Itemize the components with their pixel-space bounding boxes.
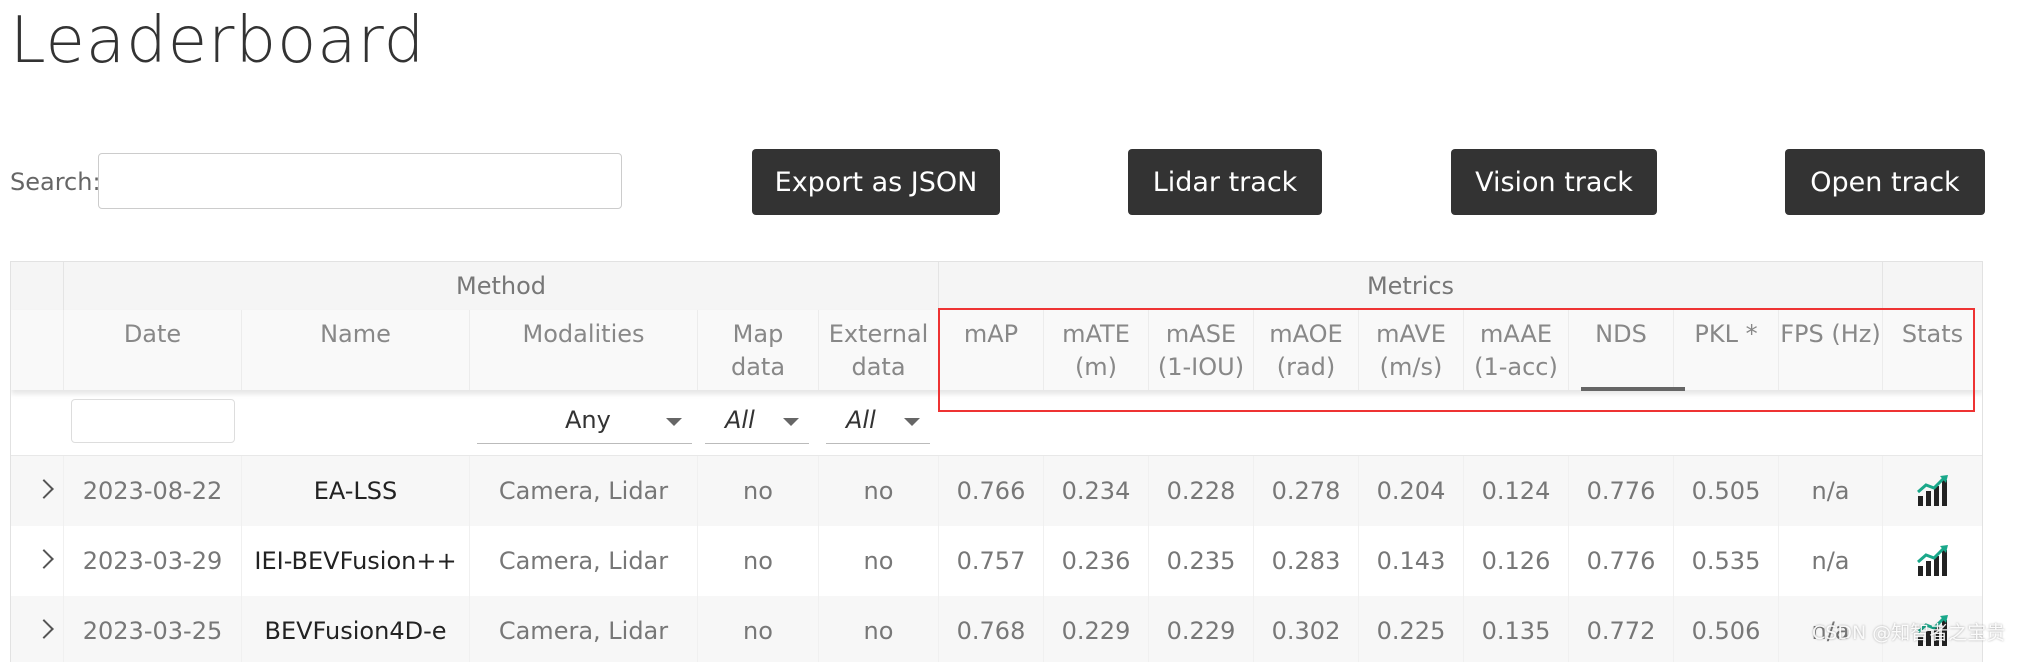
cell-external-data: no — [819, 456, 939, 526]
cell-nds: 0.772 — [1569, 596, 1674, 662]
cell-name: BEVFusion4D-e — [242, 596, 470, 662]
stats-button[interactable] — [1883, 456, 1982, 526]
cell-modalities: Camera, Lidar — [470, 596, 698, 662]
cell-mate: 0.236 — [1044, 526, 1149, 596]
cell-modalities: Camera, Lidar — [470, 526, 698, 596]
col-date[interactable]: Date — [64, 310, 242, 390]
chevron-down-icon — [783, 418, 799, 426]
expand-row-button[interactable] — [11, 456, 64, 526]
sort-indicator-nds — [1581, 387, 1685, 391]
col-map-data[interactable]: Map data — [698, 310, 819, 390]
export-json-button[interactable]: Export as JSON — [752, 149, 1000, 215]
group-spacer-right — [1883, 262, 1982, 310]
col-name[interactable]: Name — [242, 310, 470, 390]
cell-maoe: 0.283 — [1254, 526, 1359, 596]
cell-map: 0.757 — [939, 526, 1044, 596]
cell-nds: 0.776 — [1569, 526, 1674, 596]
map-data-filter-value: All — [725, 406, 755, 434]
cell-external-data: no — [819, 596, 939, 662]
chevron-down-icon — [904, 418, 920, 426]
date-filter-input[interactable] — [71, 399, 235, 443]
chevron-right-icon — [34, 549, 54, 569]
lidar-track-button[interactable]: Lidar track — [1128, 149, 1322, 215]
cell-maoe: 0.302 — [1254, 596, 1359, 662]
cell-map: 0.766 — [939, 456, 1044, 526]
modalities-filter-select[interactable]: Any — [477, 402, 692, 444]
cell-maoe: 0.278 — [1254, 456, 1359, 526]
group-method: Method — [64, 262, 939, 310]
search-input[interactable] — [98, 153, 622, 209]
search-label: Search: — [10, 168, 101, 196]
cell-mave: 0.225 — [1359, 596, 1464, 662]
col-maae[interactable]: mAAE (1-acc) — [1464, 310, 1569, 390]
col-nds[interactable]: NDS — [1569, 310, 1674, 390]
chevron-right-icon — [34, 619, 54, 639]
cell-mase: 0.235 — [1149, 526, 1254, 596]
col-fps[interactable]: FPS (Hz) — [1779, 310, 1883, 390]
col-pkl[interactable]: PKL * — [1674, 310, 1779, 390]
cell-maae: 0.135 — [1464, 596, 1569, 662]
cell-map-data: no — [698, 526, 819, 596]
col-expander — [11, 310, 64, 390]
cell-maae: 0.126 — [1464, 526, 1569, 596]
cell-map-data: no — [698, 456, 819, 526]
col-modalities[interactable]: Modalities — [470, 310, 698, 390]
cell-external-data: no — [819, 526, 939, 596]
cell-modalities: Camera, Lidar — [470, 456, 698, 526]
table-row[interactable]: 2023-03-25 BEVFusion4D-e Camera, Lidar no no… — [11, 596, 1982, 662]
col-mave[interactable]: mAVE (m/s) — [1359, 310, 1464, 390]
cell-mave: 0.204 — [1359, 456, 1464, 526]
chart-trend-icon — [1916, 475, 1948, 506]
chevron-right-icon — [34, 479, 54, 499]
cell-name: EA-LSS — [242, 456, 470, 526]
cell-name: IEI-BEVFusion++ — [242, 526, 470, 596]
cell-nds: 0.776 — [1569, 456, 1674, 526]
cell-date: 2023-03-29 — [64, 526, 242, 596]
cell-mase: 0.229 — [1149, 596, 1254, 662]
map-data-filter-select[interactable]: All — [705, 402, 809, 444]
cell-mave: 0.143 — [1359, 526, 1464, 596]
chevron-down-icon — [666, 418, 682, 426]
col-mase[interactable]: mASE (1-IOU) — [1149, 310, 1254, 390]
expand-row-button[interactable] — [11, 596, 64, 662]
watermark: CSDN @知智者之宝贵 — [1812, 622, 2006, 644]
cell-mate: 0.234 — [1044, 456, 1149, 526]
cell-mase: 0.228 — [1149, 456, 1254, 526]
filter-row: Any All All — [11, 390, 1982, 456]
column-header-row: Date Name Modalities Map data External d… — [11, 310, 1982, 390]
cell-mate: 0.229 — [1044, 596, 1149, 662]
table-row[interactable]: 2023-03-29 IEI-BEVFusion++ Camera, Lidar no… — [11, 526, 1982, 597]
cell-map-data: no — [698, 596, 819, 662]
col-map[interactable]: mAP — [939, 310, 1044, 390]
cell-date: 2023-03-25 — [64, 596, 242, 662]
table-row[interactable]: 2023-08-22 EA-LSS Camera, Lidar no no 0.766 0.… — [11, 456, 1982, 527]
chart-trend-icon — [1916, 545, 1948, 576]
group-metrics: Metrics — [939, 262, 1883, 310]
cell-pkl: 0.505 — [1674, 456, 1779, 526]
group-spacer — [11, 262, 64, 310]
page-title: Leaderboard — [10, 4, 426, 78]
leaderboard-table: Method Metrics Date Name Modalities Map … — [10, 261, 1983, 662]
cell-fps: n/a — [1779, 456, 1883, 526]
col-mate[interactable]: mATE (m) — [1044, 310, 1149, 390]
stats-button[interactable] — [1883, 526, 1982, 596]
col-stats[interactable]: Stats — [1883, 310, 1982, 390]
cell-pkl: 0.535 — [1674, 526, 1779, 596]
cell-date: 2023-08-22 — [64, 456, 242, 526]
external-data-filter-select[interactable]: All — [826, 402, 930, 444]
cell-pkl: 0.506 — [1674, 596, 1779, 662]
col-external-data[interactable]: External data — [819, 310, 939, 390]
expand-row-button[interactable] — [11, 526, 64, 596]
open-track-button[interactable]: Open track — [1785, 149, 1985, 215]
group-header-row: Method Metrics — [11, 262, 1982, 311]
cell-fps: n/a — [1779, 526, 1883, 596]
external-data-filter-value: All — [846, 406, 876, 434]
modalities-filter-value: Any — [565, 406, 611, 434]
col-maoe[interactable]: mAOE (rad) — [1254, 310, 1359, 390]
cell-maae: 0.124 — [1464, 456, 1569, 526]
cell-map: 0.768 — [939, 596, 1044, 662]
vision-track-button[interactable]: Vision track — [1451, 149, 1657, 215]
